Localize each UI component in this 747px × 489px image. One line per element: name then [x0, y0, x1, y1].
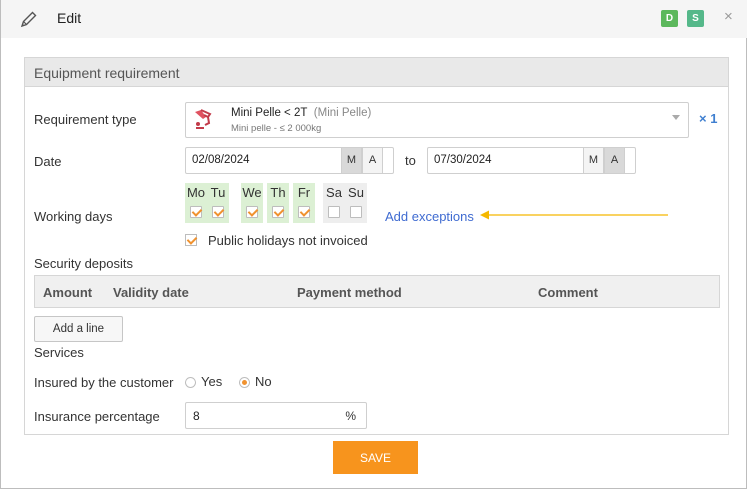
day-thursday[interactable]: Th — [267, 183, 289, 223]
badge-d[interactable]: D — [661, 10, 678, 27]
day-label: Sa — [326, 185, 342, 200]
equipment-requirement-panel: Equipment requirement Requirement type M… — [24, 57, 729, 435]
day-checkbox[interactable] — [328, 206, 340, 218]
close-icon[interactable]: × — [724, 8, 733, 26]
dialog-title: Edit — [57, 10, 82, 26]
insured-yes-label: Yes — [201, 374, 223, 389]
start-date-field[interactable]: 02/08/2024 M A — [185, 147, 394, 174]
panel-title: Equipment requirement — [34, 65, 180, 81]
arrow-left-icon — [480, 210, 668, 220]
quantity-value[interactable]: × 1 — [699, 111, 717, 126]
insurance-percentage-input[interactable]: 8 % — [185, 402, 367, 429]
insurance-percentage-value: 8 — [193, 409, 200, 423]
day-sunday[interactable]: Su — [345, 183, 367, 223]
mini-excavator-icon — [195, 109, 212, 129]
day-checkbox[interactable] — [212, 206, 224, 218]
insured-yes-radio[interactable] — [185, 377, 196, 388]
working-days-label: Working days — [34, 209, 113, 224]
deposits-table-header: Amount Validity date Payment method Comm… — [34, 275, 720, 308]
column-amount: Amount — [43, 285, 93, 300]
day-label: Mo — [186, 185, 206, 200]
end-date-m-button[interactable]: M — [583, 147, 604, 174]
badge-s[interactable]: S — [687, 10, 704, 27]
day-tuesday[interactable]: Tu — [207, 183, 229, 223]
panel-header: Equipment requirement — [25, 58, 728, 87]
percent-unit: % — [345, 409, 356, 423]
date-to-label: to — [405, 153, 416, 168]
day-label: Tu — [210, 185, 226, 200]
start-date-value: 02/08/2024 — [192, 154, 250, 166]
day-checkbox[interactable] — [350, 206, 362, 218]
edit-dialog: Edit D S × Equipment requirement Require… — [0, 0, 747, 489]
requirement-type-select[interactable]: Mini Pelle < 2T (Mini Pelle) Mini pelle … — [185, 102, 689, 138]
day-wednesday[interactable]: We — [241, 183, 263, 223]
chevron-down-icon[interactable] — [672, 115, 680, 120]
day-checkbox[interactable] — [190, 206, 202, 218]
day-friday[interactable]: Fr — [293, 183, 315, 223]
day-label: Su — [348, 185, 364, 200]
day-checkbox[interactable] — [246, 206, 258, 218]
holidays-label: Public holidays not invoiced — [208, 233, 368, 248]
day-label: Fr — [297, 185, 311, 200]
day-checkbox[interactable] — [298, 206, 310, 218]
insured-no-label: No — [255, 374, 272, 389]
day-checkbox[interactable] — [272, 206, 284, 218]
insurance-percentage-label: Insurance percentage — [34, 409, 160, 424]
add-line-button[interactable]: Add a line — [34, 316, 123, 342]
services-label: Services — [34, 345, 84, 360]
day-label: Th — [270, 185, 286, 200]
holidays-checkbox[interactable] — [185, 234, 197, 246]
pencil-icon — [20, 11, 37, 28]
working-days-grid: Mo Tu We Th Fr Sa Su — [185, 183, 375, 223]
requirement-name: Mini Pelle < 2T (Mini Pelle) — [231, 107, 371, 119]
save-button[interactable]: SAVE — [333, 441, 418, 474]
end-date-a-button[interactable]: A — [604, 147, 625, 174]
requirement-type-label: Requirement type — [34, 112, 137, 127]
column-comment: Comment — [538, 285, 598, 300]
start-date-m-button[interactable]: M — [341, 147, 362, 174]
requirement-category: (Mini Pelle) — [313, 107, 372, 119]
dialog-header: Edit D S × — [1, 0, 747, 38]
day-label: We — [242, 185, 262, 200]
requirement-detail: Mini pelle - ≤ 2 000kg — [231, 123, 322, 134]
day-monday[interactable]: Mo — [185, 183, 207, 223]
column-validity-date: Validity date — [113, 285, 189, 300]
end-date-field[interactable]: 07/30/2024 M A — [427, 147, 636, 174]
day-saturday[interactable]: Sa — [323, 183, 345, 223]
insured-no-radio[interactable] — [239, 377, 250, 388]
requirement-name-text: Mini Pelle < 2T — [231, 107, 308, 119]
insured-label: Insured by the customer — [34, 375, 174, 390]
add-exceptions-link[interactable]: Add exceptions — [385, 209, 474, 224]
start-date-a-button[interactable]: A — [362, 147, 383, 174]
column-payment-method: Payment method — [297, 285, 402, 300]
security-deposits-label: Security deposits — [34, 256, 133, 271]
end-date-value: 07/30/2024 — [434, 154, 492, 166]
date-label: Date — [34, 154, 62, 169]
